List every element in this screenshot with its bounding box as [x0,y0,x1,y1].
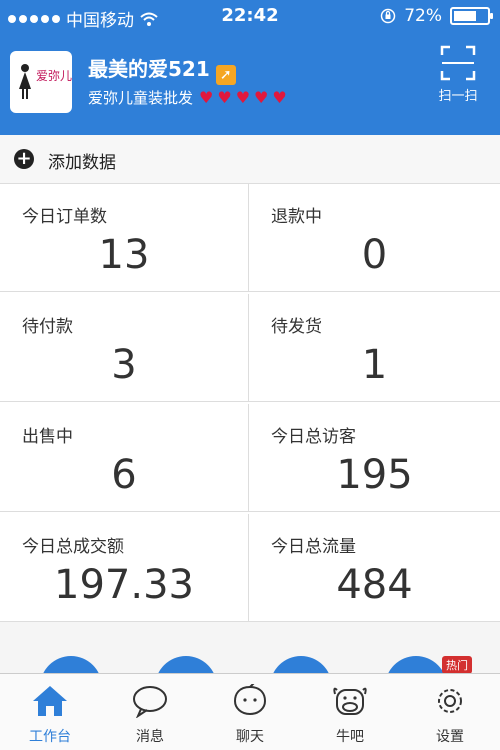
bottom-tab-bar: 工作台 消息 聊天 牛吧 设置 [0,673,500,750]
stat-today-turnover[interactable]: 今日总成交额 197.33 [0,514,249,622]
stat-value: 13 [98,232,150,278]
tab-settings[interactable]: 设置 [400,674,500,750]
gear-icon [438,689,462,713]
quick-actions-strip: 热门 [0,622,500,674]
shop-header: 爱弥儿 最美的爱521 ➚ 爱弥儿童装批发 ♥ ♥ ♥ ♥ ♥ 扫一扫 [0,33,500,135]
heart-icon: ♥ [272,88,287,107]
stat-value: 195 [336,452,413,498]
stat-value: 1 [361,342,388,388]
stat-value: 6 [111,452,137,498]
tab-label: 牛吧 [336,729,364,745]
stat-label: 退款中 [271,207,322,227]
plus-icon: + [14,149,34,169]
tab-workbench[interactable]: 工作台 [0,674,100,750]
battery-percent: 72% [404,6,442,26]
tab-chat[interactable]: 聊天 [200,674,300,750]
heart-icon: ♥ [235,88,251,107]
stat-value: 197.33 [54,562,194,608]
quick-action-button[interactable] [40,656,102,674]
chat-bubble-icon [133,686,167,718]
stat-today-traffic[interactable]: 今日总流量 484 [249,514,500,622]
stat-label: 今日总流量 [271,537,356,557]
stat-today-orders[interactable]: 今日订单数 13 [0,184,249,292]
tab-label: 设置 [436,729,464,745]
shop-subtitle: 爱弥儿童装批发 ♥ ♥ ♥ ♥ ♥ [88,87,287,108]
stat-label: 待发货 [271,317,322,337]
quick-action-button[interactable] [155,656,217,674]
add-data-label: 添加数据 [48,153,116,173]
talk-icon [233,684,267,716]
rotation-lock-icon [380,8,396,24]
shop-avatar[interactable]: 爱弥儿 [10,51,72,113]
battery-area: 72% [380,6,493,26]
battery-icon [450,7,493,25]
tab-label: 工作台 [29,729,71,745]
heart-icon: ♥ [217,88,232,107]
stat-value: 0 [361,232,388,278]
tab-label: 聊天 [236,729,264,745]
stat-value: 484 [336,562,413,608]
shop-subtitle-text: 爱弥儿童装批发 [88,89,194,107]
quick-action-button[interactable] [385,656,447,674]
avatar-logo-text: 爱弥儿 [36,69,72,83]
shop-name-text: 最美的爱521 [88,57,210,81]
shop-name: 最美的爱521 ➚ [88,53,236,85]
rocket-icon: ➚ [215,65,236,85]
logo-figure-icon [19,64,31,99]
stats-grid: 今日订单数 13 退款中 0 待付款 3 待发货 1 出售中 6 今日总访客 195 今日总… [0,184,500,622]
stat-pending-payment[interactable]: 待付款 3 [0,294,249,402]
quick-action-button[interactable] [270,656,332,674]
status-bar: 中国移动 22:42 72% [0,0,500,33]
stat-today-visitors[interactable]: 今日总访客 195 [249,404,500,512]
heart-icon: ♥ [254,88,269,107]
scan-icon [440,45,476,81]
stat-value: 3 [111,342,137,388]
scan-label: 扫一扫 [438,89,478,104]
tab-label: 消息 [136,729,164,745]
stat-label: 出售中 [22,427,73,447]
hot-badge: 热门 [442,656,472,674]
stat-label: 今日总访客 [271,427,356,447]
cow-icon [333,687,367,715]
tab-messages[interactable]: 消息 [100,674,200,750]
scan-button[interactable]: 扫一扫 [428,45,488,104]
stat-refunding[interactable]: 退款中 0 [249,184,500,292]
stat-pending-shipment[interactable]: 待发货 1 [249,294,500,402]
tab-cow-bar[interactable]: 牛吧 [300,674,400,750]
stat-label: 今日总成交额 [22,537,124,557]
stat-on-sale[interactable]: 出售中 6 [0,404,249,512]
stat-label: 待付款 [22,317,73,337]
stat-label: 今日订单数 [22,207,107,227]
heart-rating: ♥ ♥ ♥ ♥ ♥ [199,88,287,107]
add-data-button[interactable]: + 添加数据 [0,135,500,184]
heart-icon: ♥ [199,88,214,107]
home-icon [33,686,67,716]
